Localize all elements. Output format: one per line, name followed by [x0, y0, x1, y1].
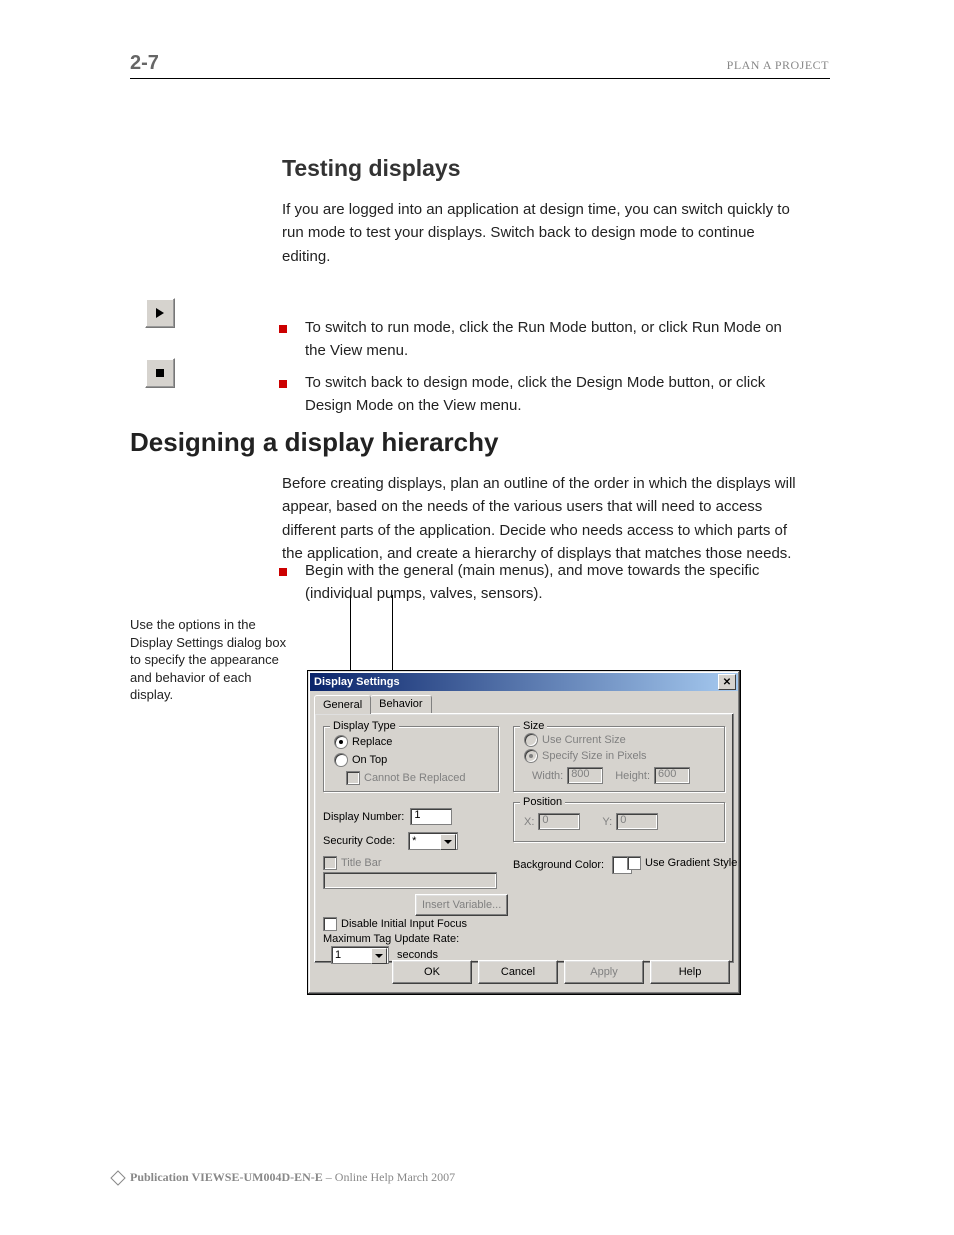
bullet-icon: [279, 325, 287, 333]
paragraph: If you are logged into an application at…: [282, 198, 802, 268]
radio-icon: [524, 733, 538, 747]
combo-value: *: [412, 835, 416, 847]
tab-behavior[interactable]: Behavior: [370, 695, 431, 713]
checkbox-disable-focus[interactable]: Disable Initial Input Focus: [323, 917, 467, 931]
radio-icon: [524, 749, 538, 763]
run-mode-button[interactable]: [145, 298, 175, 328]
apply-button: Apply: [564, 960, 644, 984]
background-color-row: Background Color:: [513, 856, 632, 874]
group-legend: Size: [520, 720, 547, 732]
help-button[interactable]: Help: [650, 960, 730, 984]
y-field: 0: [616, 813, 658, 830]
width-field: 800: [567, 767, 603, 784]
checkbox-label: Use Gradient Style: [645, 857, 737, 869]
checkbox-label: Disable Initial Input Focus: [341, 918, 467, 930]
radio-icon: [334, 753, 348, 767]
max-rate-label: Maximum Tag Update Rate:: [323, 933, 459, 945]
checkbox-cannot-replace: Cannot Be Replaced: [346, 771, 466, 785]
label: X:: [524, 816, 534, 828]
ok-button[interactable]: OK: [392, 960, 472, 984]
radio-label: On Top: [352, 754, 387, 766]
paragraph: Before creating displays, plan an outlin…: [282, 472, 802, 565]
label: Y:: [602, 816, 612, 828]
close-button[interactable]: ✕: [718, 674, 736, 690]
label: Display Number:: [323, 811, 404, 823]
label: Width:: [532, 770, 563, 782]
bullet-icon: [279, 568, 287, 576]
footer-extra: – Online Help March 2007: [323, 1170, 455, 1184]
checkbox-label: Title Bar: [341, 857, 382, 869]
group-legend: Position: [520, 796, 565, 808]
radio-label: Use Current Size: [542, 734, 626, 746]
radio-on-top[interactable]: On Top: [334, 753, 387, 767]
footer-publication: Publication VIEWSE-UM004D-EN-E: [130, 1170, 323, 1184]
checkbox-icon: [323, 856, 337, 870]
position-row: X: 0 Y: 0: [524, 813, 658, 830]
footer-text: Publication VIEWSE-UM004D-EN-E – Online …: [130, 1170, 455, 1185]
group-display-type: Display Type Replace On Top Cannot Be Re…: [323, 726, 499, 792]
stop-icon: [154, 367, 166, 379]
radio-icon: [334, 735, 348, 749]
combo-value: 1: [335, 949, 341, 961]
radio-replace[interactable]: Replace: [334, 735, 392, 749]
header-rule: [130, 78, 830, 79]
label: Height:: [615, 770, 650, 782]
height-field: 600: [654, 767, 690, 784]
chevron-down-icon: [440, 834, 456, 850]
dialog-title: Display Settings: [312, 676, 400, 688]
checkbox-label: Cannot Be Replaced: [364, 772, 466, 784]
group-size: Size Use Current Size Specify Size in Pi…: [513, 726, 725, 792]
security-code-row: Security Code: *: [323, 832, 458, 850]
max-rate-combo[interactable]: 1: [331, 946, 389, 964]
play-icon: [154, 307, 166, 319]
doc-title: PLAN A PROJECT: [727, 58, 829, 73]
paragraph: To switch back to design mode, click the…: [305, 371, 795, 418]
paragraph: To switch to run mode, click the Run Mod…: [305, 316, 795, 363]
bullet-icon: [279, 380, 287, 388]
section-heading-hierarchy: Designing a display hierarchy: [130, 427, 498, 458]
page-number: 2-7: [130, 52, 159, 75]
design-mode-button[interactable]: [145, 358, 175, 388]
checkbox-icon: [323, 917, 337, 931]
dialog-button-row: OK Cancel Apply Help: [392, 960, 730, 984]
checkbox-title-bar: Title Bar: [323, 856, 382, 870]
group-legend: Display Type: [330, 720, 399, 732]
x-field: 0: [538, 813, 580, 830]
checkbox-icon: [346, 771, 360, 785]
close-icon: ✕: [723, 677, 731, 688]
radio-use-current-size: Use Current Size: [524, 733, 626, 747]
size-width-row: Width: 800 Height: 600: [532, 767, 690, 784]
chevron-down-icon: [371, 948, 387, 964]
section-heading-testing: Testing displays: [282, 155, 461, 182]
radio-label: Specify Size in Pixels: [542, 750, 647, 762]
caption: Use the options in the Display Settings …: [130, 616, 290, 704]
footer-icon: [110, 1170, 126, 1186]
display-number-field[interactable]: 1: [410, 808, 452, 825]
dialog-titlebar[interactable]: Display Settings ✕: [310, 673, 738, 691]
tab-general[interactable]: General: [314, 695, 371, 714]
label: Background Color:: [513, 859, 604, 871]
group-position: Position X: 0 Y: 0: [513, 802, 725, 842]
checkbox-icon: [627, 856, 641, 870]
tab-panel-general: Display Type Replace On Top Cannot Be Re…: [314, 713, 734, 963]
label: Security Code:: [323, 835, 395, 847]
checkbox-use-gradient[interactable]: Use Gradient Style: [627, 856, 737, 870]
security-code-combo[interactable]: *: [408, 832, 458, 850]
insert-variable-button: Insert Variable...: [415, 894, 508, 916]
display-number-row: Display Number: 1: [323, 808, 452, 825]
paragraph: Begin with the general (main menus), and…: [305, 559, 795, 606]
display-settings-dialog: Display Settings ✕ General Behavior Disp…: [307, 670, 741, 995]
radio-specify-size: Specify Size in Pixels: [524, 749, 647, 763]
tab-strip: General Behavior: [314, 693, 734, 713]
cancel-button[interactable]: Cancel: [478, 960, 558, 984]
title-bar-text-field: [323, 872, 497, 889]
radio-label: Replace: [352, 736, 392, 748]
